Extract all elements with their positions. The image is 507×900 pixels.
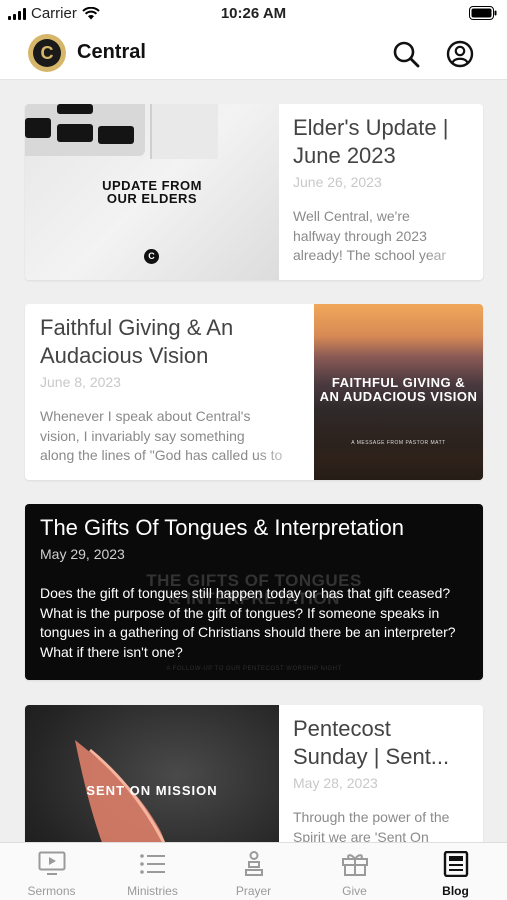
app-header: C Central bbox=[0, 28, 507, 80]
prayer-icon bbox=[245, 851, 263, 876]
tab-label: Sermons bbox=[27, 884, 76, 898]
app-logo[interactable]: C bbox=[28, 34, 66, 72]
tab-label: Ministries bbox=[127, 884, 178, 898]
card-text: The Gifts Of Tongues & Interpretation Ma… bbox=[25, 504, 483, 662]
battery-icon bbox=[469, 6, 497, 24]
image-subcaption: A FOLLOW-UP TO OUR PENTECOST WORSHIP NIG… bbox=[166, 666, 342, 672]
profile-icon[interactable] bbox=[445, 39, 475, 69]
card-title: Faithful Giving & An Audacious Vision bbox=[40, 315, 234, 368]
card-text: Elder's Update | June 2023 June 26, 2023… bbox=[278, 104, 483, 266]
tab-sermons[interactable]: Sermons bbox=[1, 843, 102, 900]
card-date: May 29, 2023 bbox=[40, 546, 125, 562]
tab-prayer[interactable]: Prayer bbox=[203, 843, 304, 900]
blog-card[interactable]: Faithful Giving & An Audacious Vision Ju… bbox=[25, 304, 483, 480]
card-excerpt: Through the power of the Spirit we are '… bbox=[293, 809, 450, 842]
tab-ministries[interactable]: Ministries bbox=[102, 843, 203, 900]
tab-give[interactable]: Give bbox=[304, 843, 405, 900]
image-caption: FAITHFUL GIVING & AN AUDACIOUS VISION bbox=[319, 375, 478, 404]
card-date: June 26, 2023 bbox=[293, 174, 382, 190]
tab-label: Prayer bbox=[235, 884, 272, 898]
status-time: 10:26 AM bbox=[220, 5, 287, 22]
image-caption: UPDATE FROM OUR ELDERS bbox=[102, 178, 202, 206]
card-text: Faithful Giving & An Audacious Vision Ju… bbox=[25, 304, 314, 466]
image-logo: C bbox=[144, 249, 159, 264]
search-icon[interactable] bbox=[391, 39, 421, 69]
list-icon bbox=[140, 854, 165, 874]
logo-letter: C bbox=[33, 39, 61, 67]
tab-blog[interactable]: Blog bbox=[405, 843, 506, 900]
card-image-faithful-giving: FAITHFUL GIVING & AN AUDACIOUS VISION A … bbox=[314, 304, 483, 480]
status-bar: Carrier 10:26 AM bbox=[0, 0, 507, 28]
tab-label: Give bbox=[342, 884, 367, 898]
blog-icon bbox=[443, 851, 469, 877]
tab-label: Blog bbox=[442, 884, 469, 898]
card-title: Pentecost Sunday | Sent... bbox=[293, 716, 450, 769]
card-title: Elder's Update | June 2023 bbox=[293, 115, 449, 168]
gift-icon bbox=[342, 854, 368, 876]
trackpad-graphic bbox=[150, 104, 218, 159]
card-excerpt: Does the gift of tongues still happen to… bbox=[40, 585, 456, 660]
laptop-graphic bbox=[25, 104, 145, 156]
blog-card[interactable]: UPDATE FROM OUR ELDERS C Elder's Update … bbox=[25, 104, 483, 280]
image-caption: SENT ON MISSION bbox=[86, 783, 218, 798]
card-title: The Gifts Of Tongues & Interpretation bbox=[40, 515, 405, 540]
image-subcaption: A MESSAGE FROM PASTOR MATT bbox=[351, 440, 446, 446]
card-text: Pentecost Sunday | Sent... May 28, 2023 … bbox=[278, 705, 483, 842]
card-date: June 8, 2023 bbox=[40, 374, 121, 390]
tv-play-icon bbox=[38, 851, 66, 875]
blog-feed[interactable]: UPDATE FROM OUR ELDERS C Elder's Update … bbox=[0, 80, 507, 842]
blog-card[interactable]: THE GIFTS OF TONGUES & INTERPRETATION A … bbox=[25, 504, 483, 680]
app-title: Central bbox=[77, 41, 146, 63]
card-date: May 28, 2023 bbox=[293, 775, 378, 791]
card-image-elders-update: UPDATE FROM OUR ELDERS C bbox=[25, 104, 279, 280]
card-image-sent-on-mission: SENT ON MISSION bbox=[25, 705, 279, 842]
blog-card[interactable]: SENT ON MISSION Pentecost Sunday | Sent.… bbox=[25, 705, 483, 842]
tab-bar: Sermons Ministries Prayer Give Blog bbox=[0, 842, 507, 900]
